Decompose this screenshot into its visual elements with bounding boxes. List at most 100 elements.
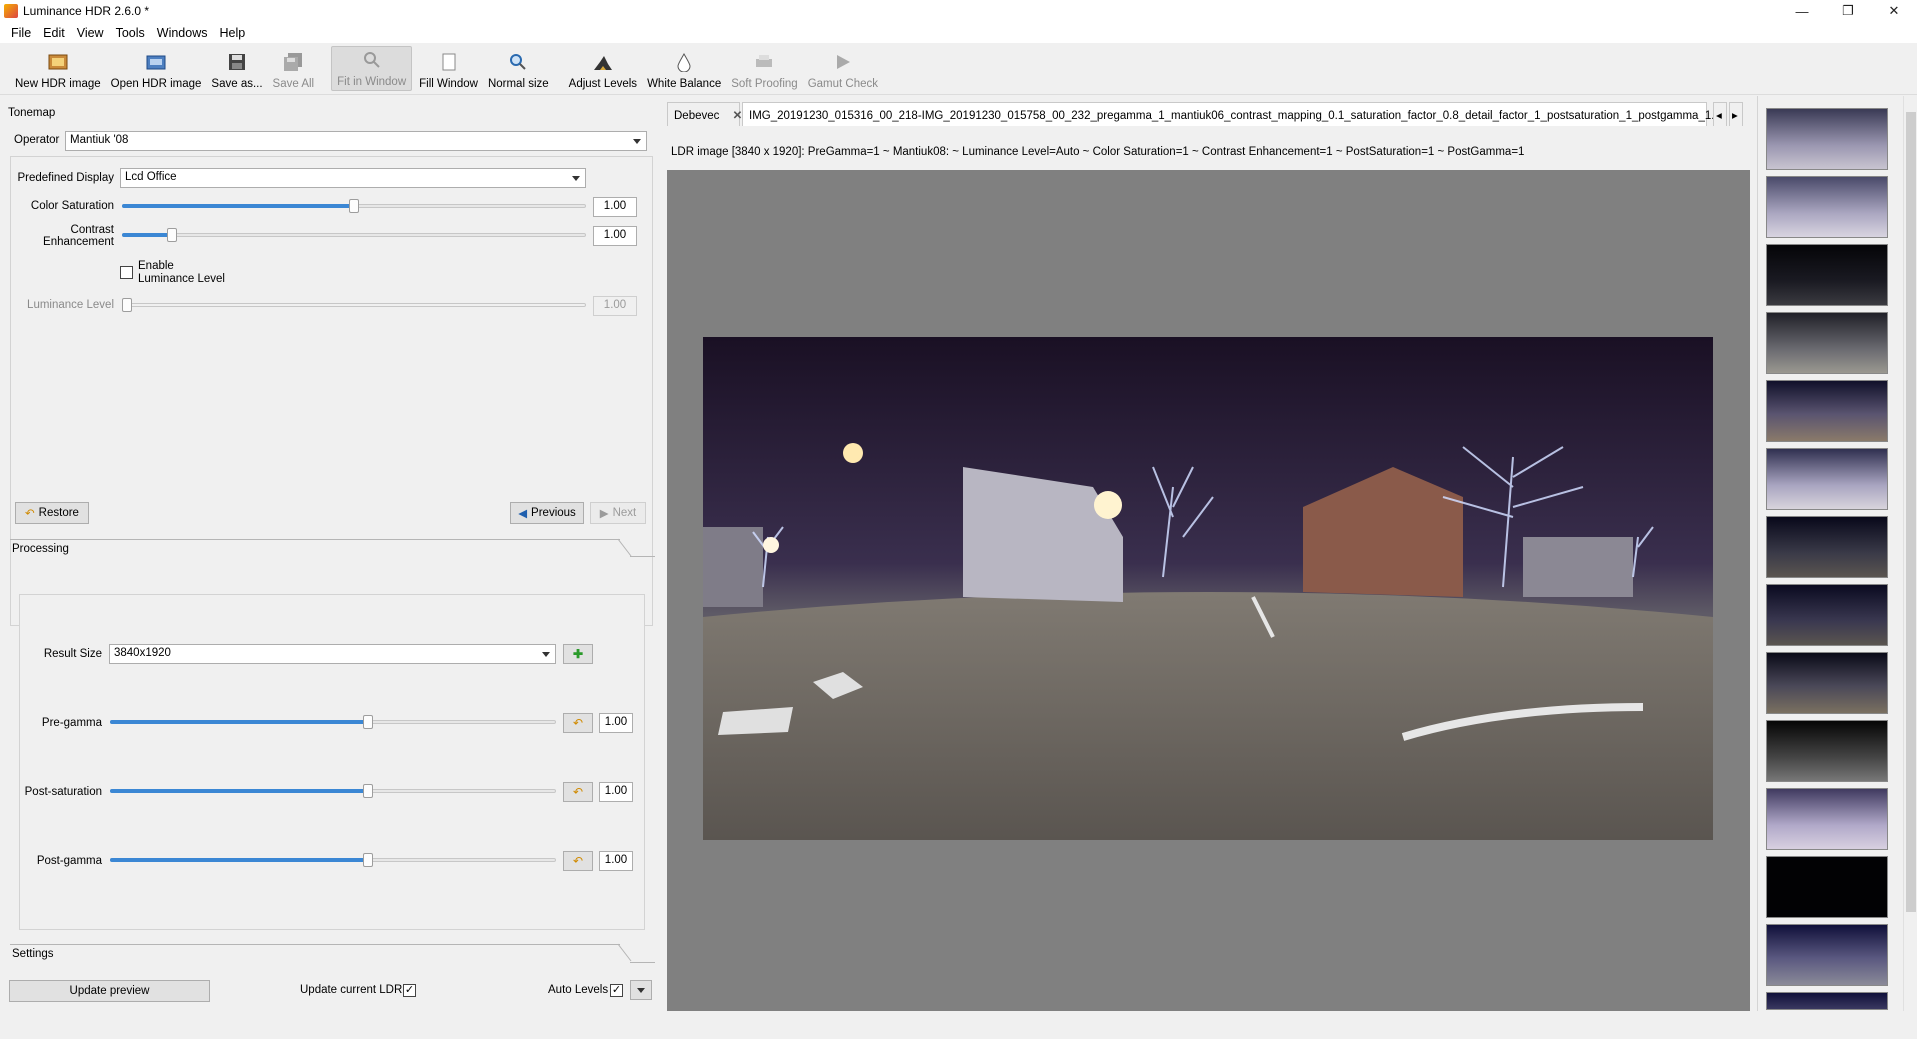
processing-title[interactable]: Processing: [12, 543, 69, 555]
thumbnail[interactable]: [1766, 516, 1888, 578]
menu-windows[interactable]: Windows: [152, 26, 215, 40]
update-current-ldr-label: Update current LDR: [300, 984, 403, 996]
thumbnail[interactable]: [1766, 856, 1888, 918]
settings-top-line: [10, 944, 620, 945]
predefined-display-select[interactable]: Lcd Office: [120, 168, 586, 188]
thumbnail[interactable]: [1766, 448, 1888, 510]
update-preview-button[interactable]: Update preview: [9, 980, 210, 1002]
contrast-enhancement-spinbox[interactable]: 1.00: [593, 226, 637, 246]
save-all-button[interactable]: Save All: [268, 43, 320, 94]
scrollbar-thumb[interactable]: [1906, 112, 1916, 912]
reset-postgamma-button[interactable]: ↶: [563, 851, 593, 871]
next-button[interactable]: ▶ Next: [590, 502, 646, 524]
add-size-button[interactable]: ✚: [563, 644, 593, 664]
update-current-ldr-checkbox[interactable]: ✓: [403, 984, 416, 997]
color-saturation-spinbox[interactable]: 1.00: [593, 197, 637, 217]
menu-file[interactable]: File: [6, 26, 38, 40]
tab-scroll-right-button[interactable]: ▸: [1729, 102, 1743, 126]
postgamma-spinbox[interactable]: 1.00: [599, 851, 633, 871]
predefined-display-label: Predefined Display: [17, 172, 114, 184]
auto-levels-label: Auto Levels: [548, 984, 609, 996]
operator-label: Operator: [14, 134, 60, 146]
slider-handle[interactable]: [167, 228, 177, 242]
save-as-button[interactable]: Save as...: [206, 43, 267, 94]
slider-handle[interactable]: [363, 853, 373, 867]
processing-top-line: [10, 539, 620, 540]
reset-pregamma-button[interactable]: ↶: [563, 713, 593, 733]
arrow-right-icon: ▶: [599, 508, 609, 520]
thumbnail[interactable]: [1766, 924, 1888, 986]
thumbnail[interactable]: [1766, 652, 1888, 714]
slider-handle[interactable]: [349, 199, 359, 213]
menu-edit[interactable]: Edit: [38, 26, 72, 40]
reset-postsaturation-button[interactable]: ↶: [563, 782, 593, 802]
thumbnail[interactable]: [1766, 108, 1888, 170]
image-viewer[interactable]: [667, 170, 1750, 1011]
slider-handle[interactable]: [363, 784, 373, 798]
white-balance-label: White Balance: [647, 78, 722, 90]
slider-handle[interactable]: [363, 715, 373, 729]
auto-levels-options-button[interactable]: [630, 980, 652, 1000]
luminance-level-spinbox[interactable]: 1.00: [593, 296, 637, 316]
gamut-check-button[interactable]: Gamut Check: [803, 43, 883, 94]
menu-tools[interactable]: Tools: [111, 26, 152, 40]
contrast-enhancement-slider[interactable]: [122, 228, 586, 242]
save-all-label: Save All: [272, 78, 315, 90]
pregamma-slider[interactable]: [110, 715, 556, 729]
contrast-enhancement-label: Contrast Enhancement: [14, 224, 114, 248]
postsaturation-spinbox[interactable]: 1.00: [599, 782, 633, 802]
color-saturation-slider[interactable]: [122, 199, 586, 213]
restore-label: Restore: [38, 507, 79, 519]
tab-ldr-image[interactable]: IMG_20191230_015316_00_218-IMG_20191230_…: [742, 102, 1742, 126]
close-icon[interactable]: ✕: [733, 108, 743, 122]
thumbnail[interactable]: [1766, 992, 1888, 1010]
settings-title[interactable]: Settings: [12, 948, 54, 960]
levels-icon: [591, 51, 615, 73]
processing-tab-corner: [618, 538, 632, 557]
menu-view[interactable]: View: [72, 26, 111, 40]
restore-button[interactable]: ↶ Restore: [15, 502, 89, 524]
enable-label-line1: Enable: [138, 260, 174, 272]
tab-scroll-left-button[interactable]: ◂: [1713, 102, 1727, 126]
fit-in-window-button[interactable]: Fit in Window: [331, 46, 413, 91]
normal-size-button[interactable]: Normal size: [483, 43, 554, 94]
new-hdr-button[interactable]: New HDR image: [10, 43, 106, 94]
predefined-display-value: Lcd Office: [125, 171, 177, 183]
white-balance-button[interactable]: White Balance: [642, 43, 726, 94]
thumbnail[interactable]: [1766, 380, 1888, 442]
auto-levels-checkbox[interactable]: ✓: [610, 984, 623, 997]
close-button[interactable]: ✕: [1871, 0, 1917, 22]
image-info-line: LDR image [3840 x 1920]: PreGamma=1 ~ Ma…: [671, 146, 1525, 158]
soft-proofing-button[interactable]: Soft Proofing: [726, 43, 802, 94]
operator-select[interactable]: Mantiuk '08: [65, 131, 647, 151]
menu-help[interactable]: Help: [214, 26, 252, 40]
thumbnail-strip: [1757, 96, 1917, 1011]
thumbnail[interactable]: [1766, 312, 1888, 374]
result-size-select[interactable]: 3840x1920: [109, 644, 556, 664]
undo-icon: ↶: [25, 508, 35, 520]
open-hdr-button[interactable]: Open HDR image: [106, 43, 207, 94]
gamut-icon: [831, 51, 855, 73]
pregamma-spinbox[interactable]: 1.00: [599, 713, 633, 733]
thumbnail[interactable]: [1766, 176, 1888, 238]
postgamma-slider[interactable]: [110, 853, 556, 867]
maximize-button[interactable]: ❐: [1825, 0, 1871, 22]
adjust-levels-button[interactable]: Adjust Levels: [564, 43, 642, 94]
thumbnail[interactable]: [1766, 788, 1888, 850]
postsaturation-slider[interactable]: [110, 784, 556, 798]
enable-luminance-checkbox[interactable]: [120, 266, 133, 279]
thumbnail-scrollbar[interactable]: [1903, 96, 1917, 1011]
plus-icon: ✚: [572, 647, 584, 661]
luminance-level-slider[interactable]: [122, 298, 586, 312]
adjust-levels-label: Adjust Levels: [568, 78, 638, 90]
undo-icon: ↶: [572, 716, 584, 730]
minimize-button[interactable]: —: [1779, 0, 1825, 22]
thumbnail[interactable]: [1766, 720, 1888, 782]
slider-handle[interactable]: [122, 298, 132, 312]
thumbnail[interactable]: [1766, 584, 1888, 646]
fill-window-button[interactable]: Fill Window: [414, 43, 483, 94]
thumbnail[interactable]: [1766, 244, 1888, 306]
panorama-image: [703, 337, 1713, 840]
tab-debevec[interactable]: Debevec ✕: [667, 102, 743, 126]
previous-button[interactable]: ◀ Previous: [510, 502, 584, 524]
